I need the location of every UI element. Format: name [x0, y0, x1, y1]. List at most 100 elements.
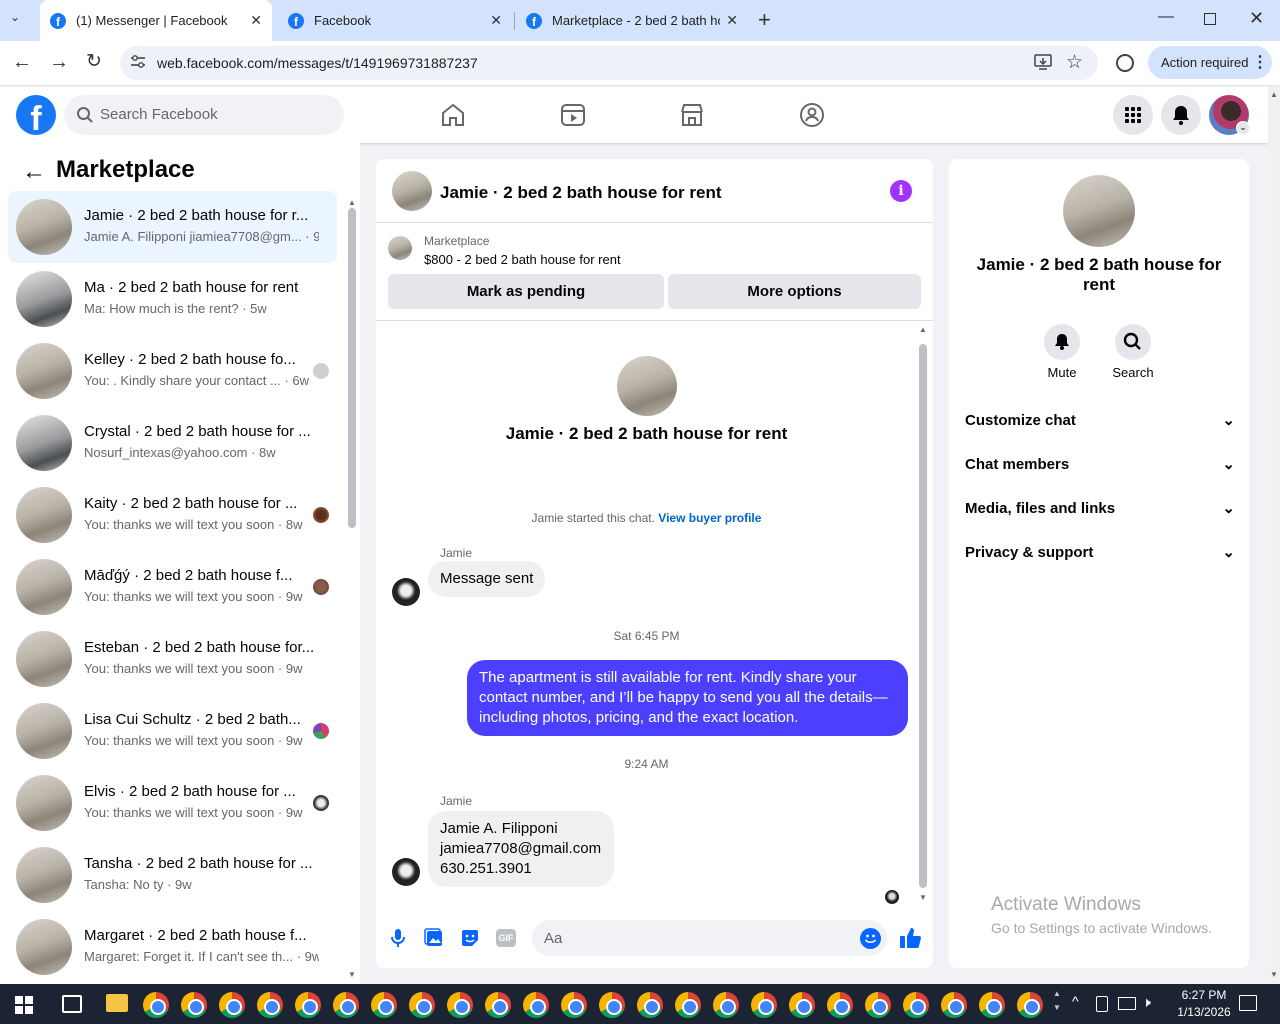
chat-list-item[interactable]: Margaret · 2 bed 2 bath house f... Marga…: [8, 911, 337, 983]
chrome-icon[interactable]: [713, 992, 739, 1018]
chrome-icon[interactable]: [561, 992, 587, 1018]
chrome-icon[interactable]: [181, 992, 207, 1018]
marketplace-icon[interactable]: [679, 102, 705, 128]
browser-tab-marketplace[interactable]: f Marketplace - 2 bed 2 bath hou ✕: [516, 6, 748, 35]
chat-list-item[interactable]: Crystal · 2 bed 2 bath house for ... Nos…: [8, 407, 337, 479]
restore-window-icon[interactable]: [1204, 13, 1216, 25]
video-icon[interactable]: [560, 102, 586, 128]
view-buyer-profile-link[interactable]: View buyer profile: [658, 511, 761, 525]
chrome-icon[interactable]: [1017, 992, 1043, 1018]
tab-close-icon[interactable]: ✕: [726, 12, 738, 29]
notifications-button[interactable]: [1161, 95, 1201, 135]
chrome-icon[interactable]: [143, 992, 169, 1018]
details-avatar[interactable]: [1063, 175, 1135, 247]
account-chevron-down-icon[interactable]: ⌄: [1236, 121, 1250, 135]
chat-list-item[interactable]: Elvis · 2 bed 2 bath house for ... You: …: [8, 767, 337, 839]
scroll-up-arrow-icon[interactable]: ▲: [919, 325, 927, 334]
chrome-icon[interactable]: [979, 992, 1005, 1018]
profile-icon[interactable]: [1116, 54, 1134, 72]
chat-list-item[interactable]: Lisa Cui Schultz · 2 bed 2 bath... You: …: [8, 695, 337, 767]
tab-close-icon[interactable]: ✕: [490, 12, 502, 29]
conversation-scrollbar[interactable]: [919, 344, 927, 888]
conversation-info-icon[interactable]: i: [890, 180, 912, 202]
emoji-icon[interactable]: [860, 928, 881, 949]
site-settings-icon[interactable]: [130, 55, 146, 69]
scroll-up-arrow-icon[interactable]: ▲: [1270, 90, 1278, 99]
network-icon[interactable]: [1118, 997, 1136, 1010]
chat-members-section[interactable]: Chat members ⌄: [965, 455, 1235, 474]
browser-tab-messenger[interactable]: f (1) Messenger | Facebook ✕: [40, 0, 272, 41]
chrome-icon[interactable]: [295, 992, 321, 1018]
taskbar-clock[interactable]: 6:27 PM 1/13/2026: [1165, 987, 1243, 1021]
listing-title[interactable]: $800 - 2 bed 2 bath house for rent: [424, 252, 621, 267]
scroll-up-arrow-icon[interactable]: ▲: [348, 198, 356, 207]
chrome-icon[interactable]: [941, 992, 967, 1018]
chat-list-item[interactable]: Māďǵý · 2 bed 2 bath house f... You: tha…: [8, 551, 337, 623]
reload-icon[interactable]: ↻: [86, 50, 102, 73]
taskbar-scroll-arrows-icon[interactable]: ▲ ▼: [1053, 987, 1061, 1015]
home-icon[interactable]: [440, 102, 466, 128]
menu-grid-button[interactable]: [1113, 95, 1153, 135]
scroll-down-arrow-icon[interactable]: ▼: [919, 893, 927, 902]
browser-tab-facebook[interactable]: f Facebook ✕: [278, 6, 512, 35]
forward-arrow-icon[interactable]: →: [49, 51, 69, 74]
groups-icon[interactable]: [799, 102, 825, 128]
chrome-icon[interactable]: [789, 992, 815, 1018]
chat-list-item[interactable]: Kaity · 2 bed 2 bath house for ... You: …: [8, 479, 337, 551]
chat-list-item[interactable]: Kelley · 2 bed 2 bath house fo... You: .…: [8, 335, 337, 407]
gif-icon[interactable]: GIF: [496, 929, 516, 947]
chat-list-item[interactable]: Esteban · 2 bed 2 bath house for... You:…: [8, 623, 337, 695]
volume-muted-icon[interactable]: 🕨: [1142, 994, 1151, 1011]
url-text[interactable]: web.facebook.com/messages/t/149196973188…: [157, 55, 478, 71]
sender-avatar[interactable]: [392, 578, 420, 606]
windows-start-icon[interactable]: [15, 996, 33, 1014]
browser-menu-icon[interactable]: ⋮: [1252, 52, 1268, 72]
mark-as-pending-button[interactable]: Mark as pending: [388, 274, 664, 309]
task-view-icon[interactable]: [62, 995, 82, 1013]
chrome-icon[interactable]: [865, 992, 891, 1018]
new-tab-plus-icon[interactable]: +: [758, 7, 771, 33]
chrome-icon[interactable]: [675, 992, 701, 1018]
chrome-icon[interactable]: [219, 992, 245, 1018]
bookmark-star-icon[interactable]: ☆: [1066, 51, 1083, 74]
sticker-icon[interactable]: [460, 928, 480, 948]
chrome-icon[interactable]: [599, 992, 625, 1018]
chrome-icon[interactable]: [371, 992, 397, 1018]
chrome-icon[interactable]: [485, 992, 511, 1018]
tab-search-chevron-icon[interactable]: ⌄: [10, 10, 30, 30]
chrome-icon[interactable]: [257, 992, 283, 1018]
back-arrow-icon[interactable]: ←: [22, 158, 46, 186]
chrome-icon[interactable]: [637, 992, 663, 1018]
thumbs-up-like-icon[interactable]: [899, 926, 923, 950]
microphone-icon[interactable]: [389, 928, 407, 948]
media-files-links-section[interactable]: Media, files and links ⌄: [965, 499, 1235, 518]
more-options-button[interactable]: More options: [668, 274, 921, 309]
conversation-title[interactable]: Jamie · 2 bed 2 bath house for rent: [440, 183, 722, 203]
page-scrollbar[interactable]: [1268, 87, 1280, 984]
chrome-icon[interactable]: [333, 992, 359, 1018]
search-in-chat-button[interactable]: [1115, 324, 1151, 360]
conversation-avatar[interactable]: [392, 171, 432, 211]
chrome-icon[interactable]: [447, 992, 473, 1018]
message-input[interactable]: Aa: [532, 920, 887, 956]
chrome-icon[interactable]: [903, 992, 929, 1018]
back-arrow-icon[interactable]: ←: [12, 51, 32, 74]
chat-list-item[interactable]: Jamie · 2 bed 2 bath house for r... Jami…: [8, 191, 337, 263]
device-icon[interactable]: [1096, 996, 1108, 1012]
chat-list-scrollbar[interactable]: [348, 208, 356, 528]
file-explorer-icon[interactable]: [106, 994, 128, 1012]
chrome-icon[interactable]: [827, 992, 853, 1018]
chrome-icon[interactable]: [409, 992, 435, 1018]
tab-close-icon[interactable]: ✕: [250, 12, 262, 29]
minimize-window-icon[interactable]: —: [1158, 8, 1174, 26]
customize-chat-section[interactable]: Customize chat ⌄: [965, 411, 1235, 430]
chat-list-item[interactable]: Tansha · 2 bed 2 bath house for ... Tans…: [8, 839, 337, 911]
facebook-logo-icon[interactable]: f: [16, 95, 56, 135]
close-window-icon[interactable]: ✕: [1249, 8, 1264, 29]
notification-center-icon[interactable]: [1239, 995, 1257, 1011]
show-hidden-icons-chevron-icon[interactable]: ^: [1072, 993, 1079, 1009]
privacy-support-section[interactable]: Privacy & support ⌄: [965, 543, 1235, 562]
photo-attach-icon[interactable]: [424, 928, 444, 948]
scroll-down-arrow-icon[interactable]: ▼: [348, 970, 356, 979]
install-app-icon[interactable]: [1034, 54, 1052, 70]
